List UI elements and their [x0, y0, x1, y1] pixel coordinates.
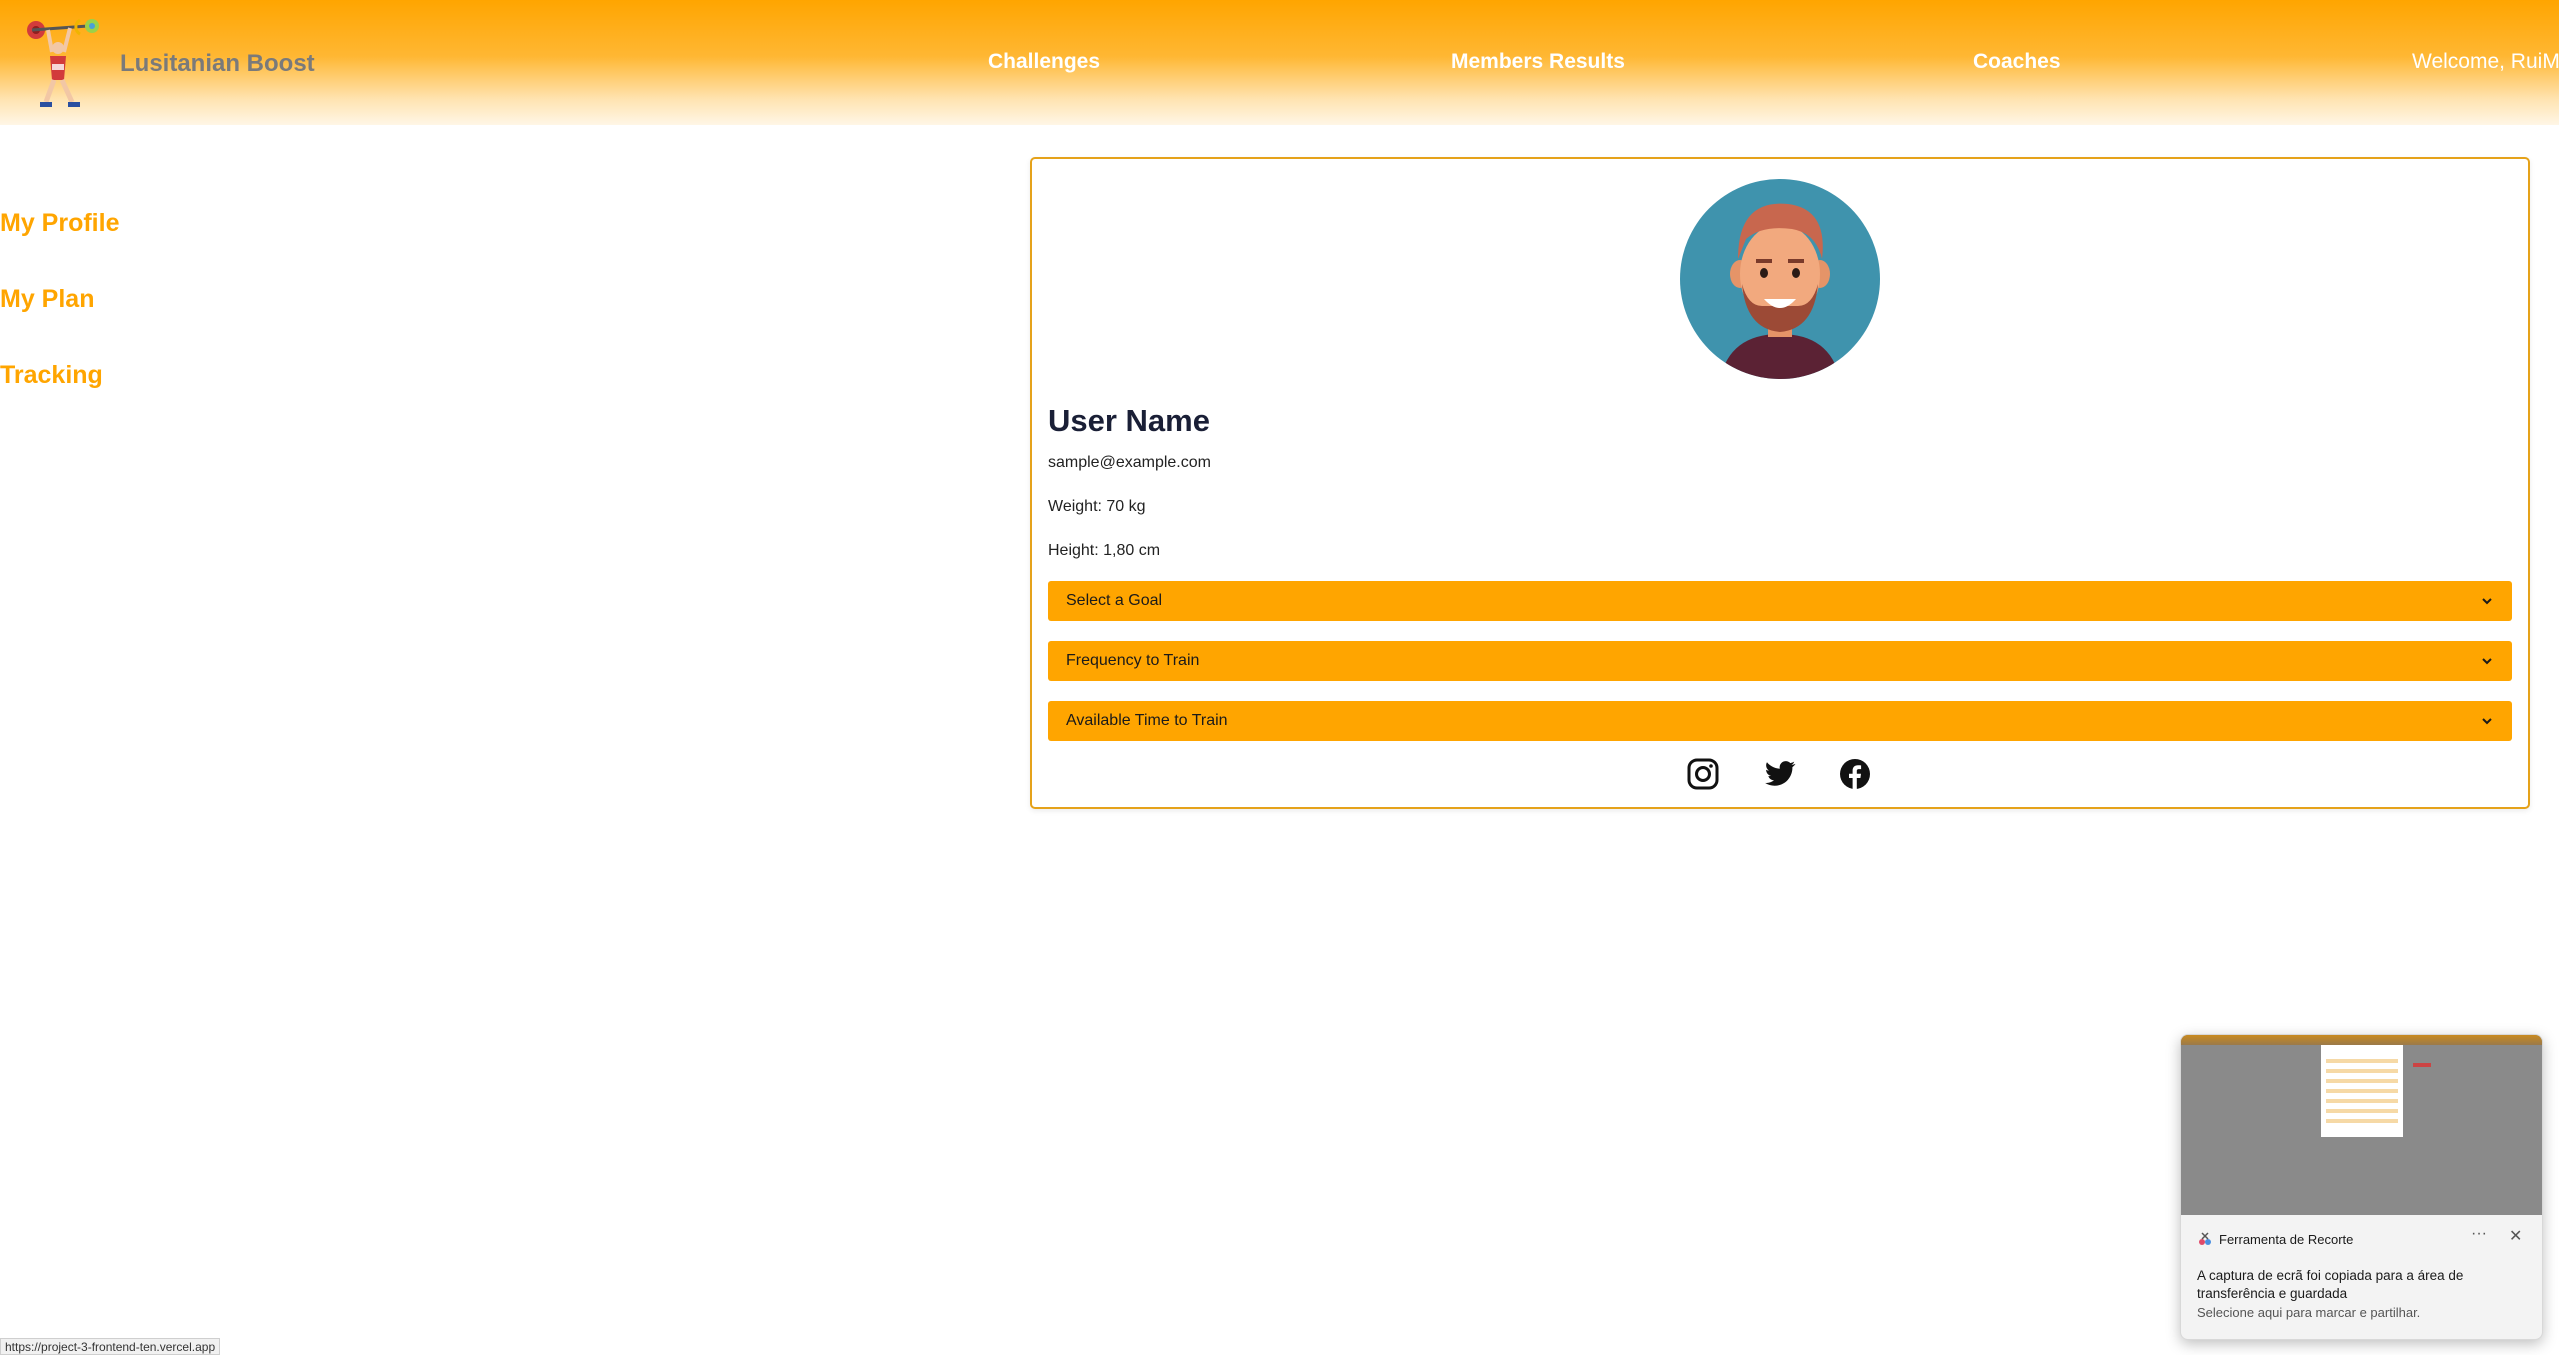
more-options-icon[interactable]: ···	[2471, 1225, 2487, 1243]
weightlifter-logo[interactable]	[18, 14, 104, 114]
goal-select-label: Select a Goal	[1066, 592, 1163, 609]
toast-header: Ferramenta de Recorte	[2197, 1231, 2353, 1247]
user-name: User Name	[1048, 403, 1210, 438]
user-email: sample@example.com	[1048, 454, 1211, 471]
twitter-icon[interactable]	[1763, 757, 1797, 791]
facebook-icon[interactable]	[1838, 757, 1872, 791]
frequency-select-label: Frequency to Train	[1066, 652, 1200, 669]
close-icon[interactable]: ✕	[2509, 1226, 2522, 1246]
brand-name[interactable]: Lusitanian Boost	[120, 50, 315, 78]
top-header: Lusitanian Boost Challenges Members Resu…	[0, 0, 2559, 125]
welcome-user[interactable]: Welcome, RuiM	[2412, 50, 2559, 74]
instagram-icon[interactable]	[1686, 757, 1720, 791]
sidebar-item-my-profile[interactable]: My Profile	[0, 209, 119, 238]
nav-coaches[interactable]: Coaches	[1973, 50, 2061, 74]
frequency-select[interactable]: Frequency to Train	[1048, 641, 2512, 681]
nav-members-results[interactable]: Members Results	[1451, 50, 1625, 74]
screenshot-preview[interactable]	[2181, 1035, 2542, 1215]
goal-select[interactable]: Select a Goal	[1048, 581, 2512, 621]
chevron-down-icon	[2482, 598, 2492, 605]
available-time-select-label: Available Time to Train	[1066, 712, 1228, 729]
user-height: Height: 1,80 cm	[1048, 542, 1161, 559]
sidebar-item-tracking[interactable]: Tracking	[0, 361, 103, 390]
toast-message: A captura de ecrã foi copiada para a áre…	[2197, 1268, 2464, 1301]
avatar	[1680, 179, 1880, 379]
social-links	[1032, 757, 2528, 795]
toast-app-name: Ferramenta de Recorte	[2219, 1231, 2354, 1247]
available-time-select[interactable]: Available Time to Train	[1048, 701, 2512, 741]
toast-subtext: Selecione aqui para marcar e partilhar.	[2197, 1305, 2421, 1320]
sidebar-item-my-plan[interactable]: My Plan	[0, 285, 94, 314]
status-bar-url: https://project-3-frontend-ten.vercel.ap…	[0, 1338, 221, 1355]
profile-card: User Name sample@example.com Weight: 70 …	[1030, 157, 2530, 809]
chevron-down-icon	[2482, 718, 2492, 725]
snipping-tool-icon	[2199, 1232, 2211, 1245]
nav-challenges[interactable]: Challenges	[988, 50, 1100, 74]
user-weight: Weight: 70 kg	[1048, 498, 1146, 515]
snipping-tool-notification[interactable]: Ferramenta de Recorte ··· ✕ A captura de…	[2180, 1034, 2543, 1340]
chevron-down-icon	[2482, 658, 2492, 665]
